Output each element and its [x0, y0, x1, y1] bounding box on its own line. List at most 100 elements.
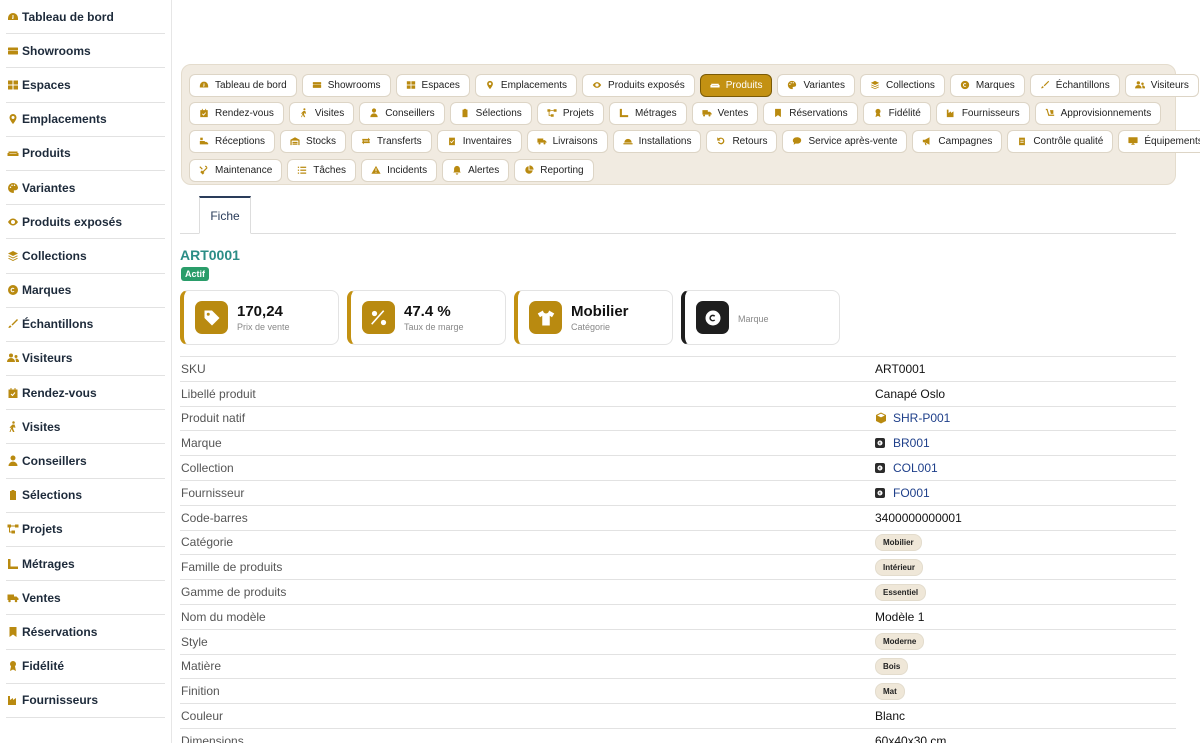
nav-pill-produits-exposes[interactable]: Produits exposés [582, 73, 695, 97]
nav-pill-installations[interactable]: Installations [612, 130, 702, 154]
sidebar-item-marques[interactable]: Marques [6, 274, 165, 308]
sidebar-item-visiteurs[interactable]: Visiteurs [6, 342, 165, 377]
bullhorn-icon [922, 136, 933, 147]
detail-row-style: Style Moderne [180, 628, 1176, 654]
record-title: ART0001 [180, 247, 240, 263]
nav-pill-ventes[interactable]: Ventes [691, 101, 759, 125]
nav-pill-maintenance[interactable]: Maintenance [189, 158, 283, 182]
sidebar-item-emplacements[interactable]: Emplacements [6, 103, 165, 137]
nav-pill-fidelite[interactable]: Fidélité [862, 101, 931, 125]
nav-pill-fournisseurs[interactable]: Fournisseurs [935, 101, 1030, 125]
sidebar-item-tableau-de-bord[interactable]: Tableau de bord [6, 0, 165, 35]
grid-icon [406, 80, 417, 91]
nav-pill-reporting[interactable]: Reporting [514, 158, 594, 182]
detail-row-famille-de-produits: Famille de produits Intérieur [180, 554, 1176, 579]
sidebar-item-reservations[interactable]: Réservations [6, 615, 165, 650]
nav-pill-rendez-vous[interactable]: Rendez-vous [189, 101, 284, 125]
nav-pill-conseillers[interactable]: Conseillers [359, 101, 445, 125]
sidebar-item-espaces[interactable]: Espaces [6, 68, 165, 103]
nav-pill-label: Équipements [1144, 136, 1200, 148]
sidebar-item-produits-exposes[interactable]: Produits exposés [6, 205, 165, 240]
sidebar-item-selections[interactable]: Sélections [6, 479, 165, 513]
nav-pill-selections[interactable]: Sélections [449, 101, 532, 125]
detail-row-fournisseur: Fournisseur FO001 [180, 479, 1176, 505]
sidebar-item-label: Marques [22, 283, 72, 298]
sidebar-item-fournisseurs[interactable]: Fournisseurs [6, 684, 165, 718]
nav-pill-variantes[interactable]: Variantes [777, 73, 855, 97]
detail-value: Mobilier [875, 533, 922, 551]
nav-pill-marques[interactable]: Marques [949, 73, 1025, 97]
nav-pill-approvisionnements[interactable]: Approvisionnements [1034, 101, 1162, 125]
detail-value: BR001 [875, 436, 930, 450]
sidebar-item-label: Fidélité [22, 659, 65, 674]
sidebar-item-label: Tableau de bord [22, 9, 114, 24]
sidebar-item-metrages[interactable]: Métrages [6, 547, 165, 582]
sidebar-item-rendez-vous[interactable]: Rendez-vous [6, 376, 165, 411]
nav-pill-visites[interactable]: Visites [288, 101, 355, 125]
copyright-icon [960, 80, 971, 91]
nav-pill-livraisons[interactable]: Livraisons [526, 130, 608, 154]
nav-pill-receptions[interactable]: Réceptions [189, 130, 276, 154]
sidebar-item-collections[interactable]: Collections [6, 239, 165, 274]
sidebar-item-projets[interactable]: Projets [6, 513, 165, 547]
nav-pill-label: Alertes [468, 164, 500, 176]
nav-pill-incidents[interactable]: Incidents [361, 158, 438, 182]
nav-pill-label: Reporting [540, 164, 584, 176]
nav-pill-espaces[interactable]: Espaces [395, 73, 470, 97]
detail-link[interactable]: FO001 [893, 486, 930, 500]
nav-pill-alertes[interactable]: Alertes [442, 158, 510, 182]
sidebar-item-label: Espaces [22, 77, 71, 92]
nav-pill-taches[interactable]: Tâches [287, 158, 357, 182]
nav-pill-transferts[interactable]: Transferts [351, 130, 432, 154]
couch-icon [6, 146, 20, 160]
nav-pill-reservations[interactable]: Réservations [763, 101, 858, 125]
nav-pill-echantillons[interactable]: Échantillons [1029, 73, 1120, 97]
nav-pill-tableau-de-bord[interactable]: Tableau de bord [189, 73, 297, 97]
nav-pill-metrages[interactable]: Métrages [608, 101, 687, 125]
percent-icon [362, 301, 395, 334]
nav-pill-stocks[interactable]: Stocks [280, 130, 347, 154]
clipboard-check-icon [447, 136, 458, 147]
nav-pill-produits[interactable]: Produits [699, 73, 773, 97]
detail-link[interactable]: SHR-P001 [893, 411, 950, 425]
tab-fiche[interactable]: Fiche [199, 196, 251, 234]
sidebar-item-showrooms[interactable]: Showrooms [6, 34, 165, 69]
nav-pill-campagnes[interactable]: Campagnes [912, 130, 1003, 154]
nav-pill-label: Stocks [306, 136, 337, 148]
nav-row: Maintenance Tâches Incidents Alertes Reporti… [189, 156, 1175, 184]
kpi-text: 47.4 % Taux de marge [404, 303, 464, 332]
sidebar-item-ventes[interactable]: Ventes [6, 581, 165, 616]
nav-pill-equipements[interactable]: Équipements [1118, 130, 1200, 154]
kpi-text: Marque [738, 312, 769, 324]
nav-pill-label: Transferts [377, 136, 422, 148]
nav-pill-label: Ventes [717, 107, 749, 119]
detail-row-nom-du-modele: Nom du modèle Modèle 1 [180, 603, 1176, 629]
nav-pill-showrooms[interactable]: Showrooms [301, 73, 391, 97]
nav-pill-service-apres-vente[interactable]: Service après-vente [782, 130, 908, 154]
sidebar-item-fidelite[interactable]: Fidélité [6, 650, 165, 684]
sidebar-item-echantillons[interactable]: Échantillons [6, 308, 165, 342]
detail-link[interactable]: COL001 [893, 461, 938, 475]
dolly-icon [1045, 108, 1056, 119]
nav-pill-visiteurs[interactable]: Visiteurs [1124, 73, 1199, 97]
kpi-card-prix-de-vente: 170,24 Prix de vente [180, 290, 339, 345]
nav-pill-label: Marques [975, 79, 1015, 91]
detail-link[interactable]: BR001 [893, 436, 930, 450]
sidebar-item-conseillers[interactable]: Conseillers [6, 444, 165, 479]
sidebar-item-produits[interactable]: Produits [6, 137, 165, 171]
tshirt-icon [529, 301, 562, 334]
nav-pill-collections[interactable]: Collections [859, 73, 945, 97]
nav-pill-label: Espaces [421, 79, 460, 91]
nav-pill-projets[interactable]: Projets [536, 101, 604, 125]
kpi-label: Catégorie [571, 322, 611, 332]
nav-pill-inventaires[interactable]: Inventaires [436, 130, 522, 154]
sidebar-item-label: Collections [22, 248, 87, 263]
nav-pill-emplacements[interactable]: Emplacements [474, 73, 578, 97]
sidebar-item-visites[interactable]: Visites [6, 410, 165, 445]
value-chip: Mobilier [875, 533, 922, 551]
palette-icon [6, 181, 20, 195]
detail-row-finition: Finition Mat [180, 678, 1176, 703]
nav-pill-controle-qualite[interactable]: Contrôle qualité [1007, 130, 1114, 154]
nav-pill-retours[interactable]: Retours [706, 130, 778, 154]
sidebar-item-variantes[interactable]: Variantes [6, 171, 165, 206]
